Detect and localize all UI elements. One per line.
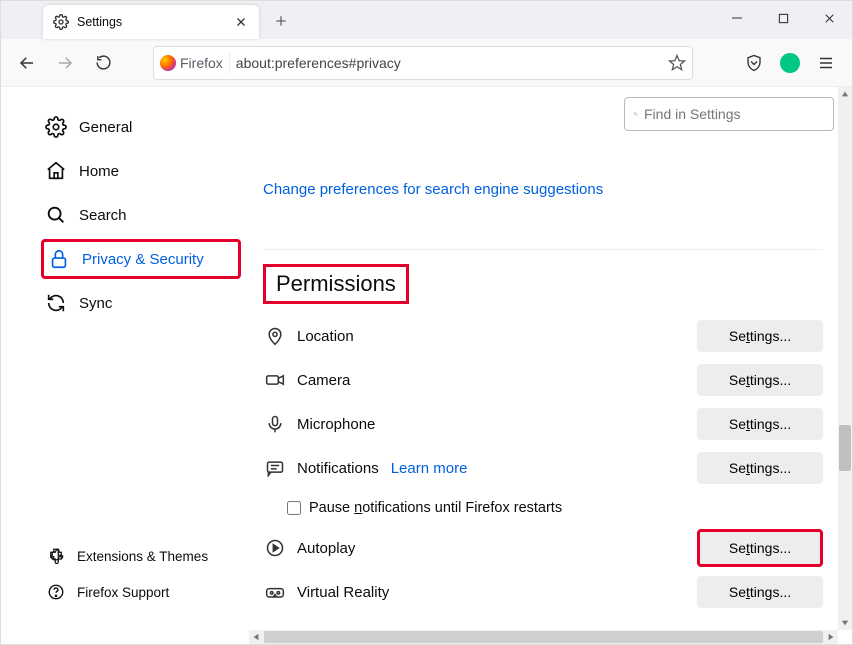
bookmark-star-icon[interactable]	[668, 54, 686, 72]
firefox-logo-icon	[160, 55, 176, 71]
sidebar-label: Privacy & Security	[82, 251, 204, 268]
pause-notifications-label[interactable]: Pause notifications until Firefox restar…	[309, 500, 562, 516]
pause-notifications-row: Pause notifications until Firefox restar…	[287, 490, 852, 526]
sidebar-item-sync[interactable]: Sync	[41, 283, 249, 323]
location-icon	[263, 324, 287, 348]
search-suggestion-link[interactable]: Change preferences for search engine sug…	[263, 181, 603, 198]
sidebar-label: Extensions & Themes	[77, 549, 208, 564]
find-in-settings-input[interactable]	[644, 106, 825, 122]
vr-icon	[263, 580, 287, 604]
permission-label: Notifications	[297, 460, 379, 477]
autoplay-settings-button[interactable]: Settings...	[697, 529, 823, 567]
minimize-button[interactable]	[714, 1, 760, 35]
sidebar-item-privacy[interactable]: Privacy & Security	[41, 239, 241, 279]
scroll-right-arrow[interactable]	[824, 630, 838, 644]
find-in-settings[interactable]	[624, 97, 834, 131]
reload-button[interactable]	[87, 47, 119, 79]
settings-main: Change preferences for search engine sug…	[249, 87, 852, 632]
tab-close-button[interactable]	[233, 14, 249, 30]
puzzle-icon	[45, 545, 67, 567]
pocket-button[interactable]	[738, 47, 770, 79]
gear-icon	[45, 116, 67, 138]
microphone-icon	[263, 412, 287, 436]
sidebar-label: Firefox Support	[77, 585, 169, 600]
sidebar-item-search[interactable]: Search	[41, 195, 249, 235]
sidebar-label: Search	[79, 207, 127, 224]
search-icon	[633, 107, 638, 121]
sync-icon	[45, 292, 67, 314]
new-tab-button[interactable]	[271, 11, 291, 31]
permission-row-location: Location Settings...	[263, 314, 823, 358]
sidebar-label: General	[79, 119, 132, 136]
sidebar-item-support[interactable]: Firefox Support	[41, 576, 249, 608]
permission-label: Microphone	[297, 416, 375, 433]
permission-label: Virtual Reality	[297, 584, 389, 601]
vertical-scrollbar[interactable]	[838, 87, 852, 630]
url-bar[interactable]: Firefox about:preferences#privacy	[153, 46, 693, 80]
camera-icon	[263, 368, 287, 392]
gear-icon	[53, 14, 69, 30]
forward-button[interactable]	[49, 47, 81, 79]
scroll-left-arrow[interactable]	[249, 630, 263, 644]
titlebar: Settings	[1, 1, 852, 39]
permission-row-vr: Virtual Reality Settings...	[263, 570, 823, 614]
location-settings-button[interactable]: Settings...	[697, 320, 823, 352]
permission-label: Camera	[297, 372, 350, 389]
window-controls	[714, 1, 852, 35]
content-area: General Home Search Privacy & Security S…	[1, 87, 852, 632]
sidebar-label: Sync	[79, 295, 112, 312]
help-icon	[45, 581, 67, 603]
notifications-learn-more-link[interactable]: Learn more	[391, 460, 468, 477]
browser-tab[interactable]: Settings	[43, 5, 259, 39]
url-text: about:preferences#privacy	[236, 55, 662, 71]
vr-settings-button[interactable]: Settings...	[697, 576, 823, 608]
horizontal-scrollbar[interactable]	[249, 630, 838, 644]
identity-box[interactable]: Firefox	[160, 52, 230, 74]
maximize-button[interactable]	[760, 1, 806, 35]
back-button[interactable]	[11, 47, 43, 79]
permissions-heading: Permissions	[266, 267, 406, 301]
sidebar-item-extensions[interactable]: Extensions & Themes	[41, 540, 249, 572]
tab-title: Settings	[77, 15, 225, 29]
toolbar: Firefox about:preferences#privacy	[1, 39, 852, 87]
sidebar-item-home[interactable]: Home	[41, 151, 249, 191]
scrollbar-thumb[interactable]	[839, 425, 851, 471]
microphone-settings-button[interactable]: Settings...	[697, 408, 823, 440]
settings-sidebar: General Home Search Privacy & Security S…	[1, 87, 249, 632]
app-menu-button[interactable]	[810, 47, 842, 79]
permission-row-camera: Camera Settings...	[263, 358, 823, 402]
notifications-settings-button[interactable]: Settings...	[697, 452, 823, 484]
notification-icon	[263, 456, 287, 480]
permission-row-microphone: Microphone Settings...	[263, 402, 823, 446]
scroll-down-arrow[interactable]	[838, 616, 852, 630]
pause-notifications-checkbox[interactable]	[287, 501, 301, 515]
extension-icon[interactable]	[774, 47, 806, 79]
autoplay-icon	[263, 536, 287, 560]
home-icon	[45, 160, 67, 182]
section-divider	[263, 249, 823, 250]
permission-row-notifications: Notifications Learn more Settings...	[263, 446, 823, 490]
permission-label: Autoplay	[297, 540, 355, 557]
sidebar-item-general[interactable]: General	[41, 107, 249, 147]
scrollbar-thumb[interactable]	[264, 631, 823, 643]
close-window-button[interactable]	[806, 1, 852, 35]
identity-label: Firefox	[180, 55, 223, 71]
camera-settings-button[interactable]: Settings...	[697, 364, 823, 396]
scroll-up-arrow[interactable]	[838, 87, 852, 101]
sidebar-label: Home	[79, 163, 119, 180]
permission-label: Location	[297, 328, 354, 345]
lock-icon	[48, 248, 70, 270]
permissions-heading-highlight: Permissions	[263, 264, 409, 304]
permission-row-autoplay: Autoplay Settings...	[263, 526, 823, 570]
search-icon	[45, 204, 67, 226]
